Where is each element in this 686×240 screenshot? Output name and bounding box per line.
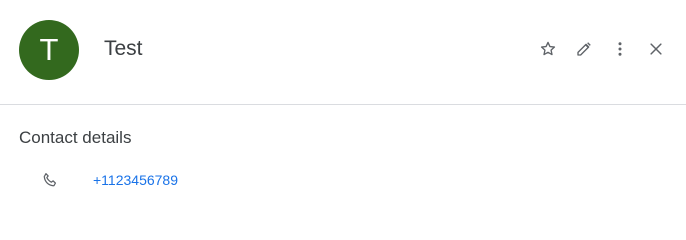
header-actions <box>524 36 668 62</box>
star-outline-icon <box>539 40 557 58</box>
close-icon <box>647 40 665 58</box>
more-vert-icon <box>611 40 629 58</box>
more-options-button[interactable] <box>608 37 632 61</box>
phone-number-link[interactable]: +1123456789 <box>93 172 178 188</box>
edit-button[interactable] <box>572 37 596 61</box>
contact-details-heading: Contact details <box>19 128 132 147</box>
phone-icon <box>38 168 62 192</box>
contact-name: Test <box>104 37 143 60</box>
close-button[interactable] <box>644 37 668 61</box>
pencil-icon <box>575 40 593 58</box>
contact-header: T Test <box>0 0 686 104</box>
star-button[interactable] <box>536 37 560 61</box>
phone-row: +1123456789 <box>38 168 178 192</box>
avatar: T <box>19 20 79 80</box>
header-divider <box>0 104 686 105</box>
